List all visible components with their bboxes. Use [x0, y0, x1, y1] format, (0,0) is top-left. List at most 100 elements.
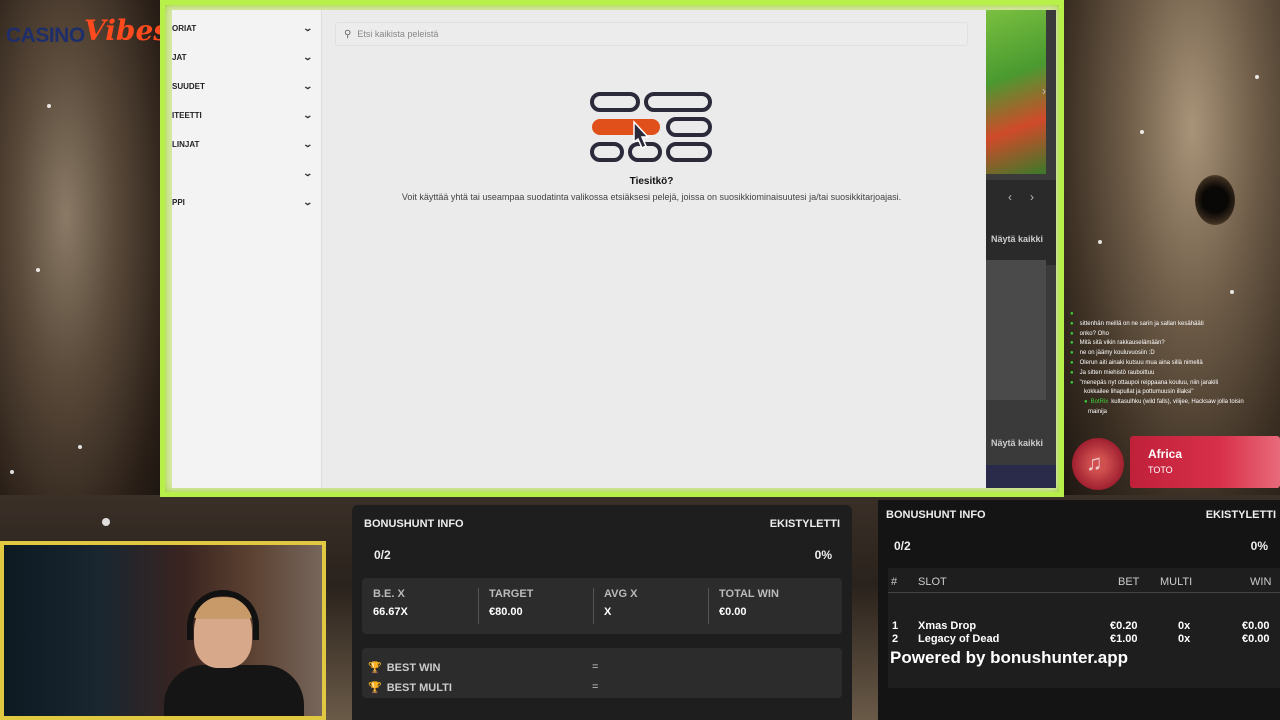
- chevron-down-icon: ⌄: [302, 138, 314, 149]
- chevron-down-icon: ⌄: [302, 51, 314, 62]
- row-slot: Legacy of Dead: [918, 633, 1000, 645]
- chevron-down-icon: ⌄: [302, 80, 314, 91]
- chevron-down-icon: ⌄: [302, 109, 314, 120]
- now-playing-box: [1130, 436, 1280, 488]
- row-bet: €1.00: [1110, 633, 1138, 645]
- chat-text: sittenhän meillä on ne sarin ja sallan k…: [1079, 320, 1204, 327]
- divider: [888, 592, 1280, 593]
- bonushunt-panel-list: BONUSHUNT INFO EKISTYLETTI 0/2 0% # SLOT…: [878, 500, 1280, 720]
- sidebar-item-categories[interactable]: ORIAT ⌄: [172, 18, 314, 38]
- stat-value: €0.00: [719, 606, 747, 618]
- stats-box: B.E. X 66.67X TARGET €80.00 AVG X X TOTA…: [362, 578, 842, 634]
- bonushunt-panel-main: BONUSHUNT INFO EKISTYLETTI 0/2 0% B.E. X…: [352, 505, 852, 720]
- badge-icon: ●: [1070, 330, 1074, 337]
- divider: [593, 588, 594, 624]
- panel-mode: EKISTYLETTI: [769, 518, 840, 530]
- now-playing-widget: ♫ Africa TOTO: [1072, 436, 1280, 490]
- chevron-down-icon: ⌄: [302, 22, 314, 33]
- chat-text: "menepäs nyt ottaupoi reippaana kouluu, …: [1079, 379, 1219, 386]
- hunt-percent: 0%: [814, 548, 832, 562]
- trophy-icon: 🏆: [368, 682, 382, 694]
- casino-app: ORIAT ⌄ JAT ⌄ SUUDET ⌄ ITEETTI ⌄ LINJAT …: [172, 10, 986, 488]
- chevron-right-icon[interactable]: ›: [1042, 84, 1046, 98]
- row-bet: €0.20: [1110, 620, 1138, 632]
- stat-label: AVG X: [604, 588, 638, 600]
- hunt-progress: 0/2: [374, 548, 391, 562]
- chat-message: ● "menepäs nyt ottaupoi reippaana kouluu,…: [1070, 379, 1275, 389]
- show-all-link[interactable]: Näytä kaikki: [991, 234, 1043, 244]
- sparkle: [10, 470, 14, 474]
- sidebar-item-features[interactable]: SUUDET ⌄: [172, 76, 314, 96]
- track-title: Africa: [1148, 447, 1183, 461]
- stat-value: €80.00: [489, 606, 523, 618]
- sidebar-item-type[interactable]: PPI ⌄: [172, 192, 314, 212]
- chat-message: ● BotRix kultasulhku (wild falls), vilijee…: [1070, 398, 1275, 408]
- best-multi-value: =: [592, 681, 599, 693]
- background-right: [1060, 0, 1280, 510]
- search-input[interactable]: ⚲ Etsi kaikista peleistä: [335, 22, 968, 46]
- chevron-right-icon[interactable]: ›: [1030, 190, 1034, 204]
- sidebar-item-providers[interactable]: JAT ⌄: [172, 47, 314, 67]
- chat-message: ● sittenhän meillä on ne sarin ja sallan …: [1070, 320, 1275, 330]
- sidebar-item-blank[interactable]: ⌄: [172, 163, 314, 183]
- background-left: [0, 0, 165, 540]
- column-header-win: WIN: [1250, 576, 1272, 588]
- hunt-progress: 0/2: [894, 539, 911, 553]
- filter-tip-icon: [590, 92, 712, 162]
- sidebar-item-label: PPI: [172, 197, 185, 207]
- panel-mode: EKISTYLETTI: [1205, 509, 1276, 521]
- row-multi: 0x: [1178, 633, 1191, 645]
- panel-title: BONUSHUNT INFO: [364, 518, 464, 530]
- chat-message: kokkailee lihapullat ja pottumuusin illa…: [1070, 388, 1275, 398]
- badge-icon: ●: [1070, 359, 1074, 366]
- stat-label: B.E. X: [373, 588, 405, 600]
- trophy-icon: 🏆: [368, 662, 382, 674]
- row-win: €0.00: [1242, 633, 1270, 645]
- game-thumbnail[interactable]: [986, 465, 1056, 488]
- stat-avg-x: AVG X X: [604, 588, 716, 624]
- background-cat-eye: [1195, 175, 1235, 225]
- badge-icon: ●: [1084, 399, 1088, 406]
- sidebar-item-label: LINJAT: [172, 139, 200, 149]
- row-win: €0.00: [1242, 620, 1270, 632]
- chat-text: onko? Oho: [1079, 330, 1109, 337]
- stream-chat: ● ● sittenhän meillä on ne sarin ja salla…: [1070, 310, 1275, 418]
- chat-text: ne on jäämy kouluvuosiin :D: [1079, 350, 1155, 357]
- chevron-left-icon[interactable]: ‹: [1008, 190, 1012, 204]
- show-all-link[interactable]: Näytä kaikki: [991, 438, 1043, 448]
- sparkle: [1140, 130, 1144, 134]
- stat-value: 66.67X: [373, 606, 408, 618]
- sidebar-item-label: SUUDET: [172, 81, 205, 91]
- badge-icon: ●: [1070, 350, 1074, 357]
- game-thumbnail[interactable]: [986, 260, 1046, 400]
- casino-vibes-logo: CASINO Vibes: [6, 14, 169, 48]
- sparkle: [36, 268, 40, 272]
- streamer-body: [164, 665, 304, 716]
- badge-icon: ●: [1070, 379, 1074, 386]
- best-multi-row: 🏆 BEST MULTI: [368, 681, 452, 695]
- logo-word-casino: CASINO: [6, 24, 85, 47]
- track-artist: TOTO: [1148, 465, 1173, 475]
- badge-icon: ●: [1070, 369, 1074, 376]
- chevron-down-icon: ⌄: [302, 196, 314, 207]
- game-thumbnail[interactable]: [986, 10, 1046, 174]
- search-placeholder: Etsi kaikista peleistä: [357, 29, 439, 39]
- column-header-multi: MULTI: [1160, 576, 1193, 588]
- chat-message: ● Olerun aiti ainaki kutsuu mua aina sill…: [1070, 359, 1275, 369]
- sidebar-item-theme[interactable]: ITEETTI ⌄: [172, 105, 314, 125]
- sparkle: [1098, 240, 1102, 244]
- chat-text: kultasulhku (wild falls), vilijee, Hacks…: [1111, 399, 1244, 406]
- sparkle: [1230, 290, 1234, 294]
- badge-icon: ●: [1070, 311, 1074, 317]
- sparkle: [102, 518, 110, 526]
- best-box: 🏆 BEST WIN = 🏆 BEST MULTI =: [362, 648, 842, 698]
- stat-value: X: [604, 606, 612, 618]
- stat-be-x: B.E. X 66.67X: [373, 588, 485, 624]
- chat-message: mainija: [1070, 408, 1275, 418]
- chat-message: ● Ja sitten miehistö rauboittuu: [1070, 369, 1275, 379]
- chat-text: Olerun aiti ainaki kutsuu mua aina sillä…: [1079, 359, 1203, 366]
- chat-user: BotRix: [1090, 399, 1109, 406]
- best-win-value: =: [592, 661, 599, 673]
- sidebar-item-paylines[interactable]: LINJAT ⌄: [172, 134, 314, 154]
- stat-label: TOTAL WIN: [719, 588, 779, 600]
